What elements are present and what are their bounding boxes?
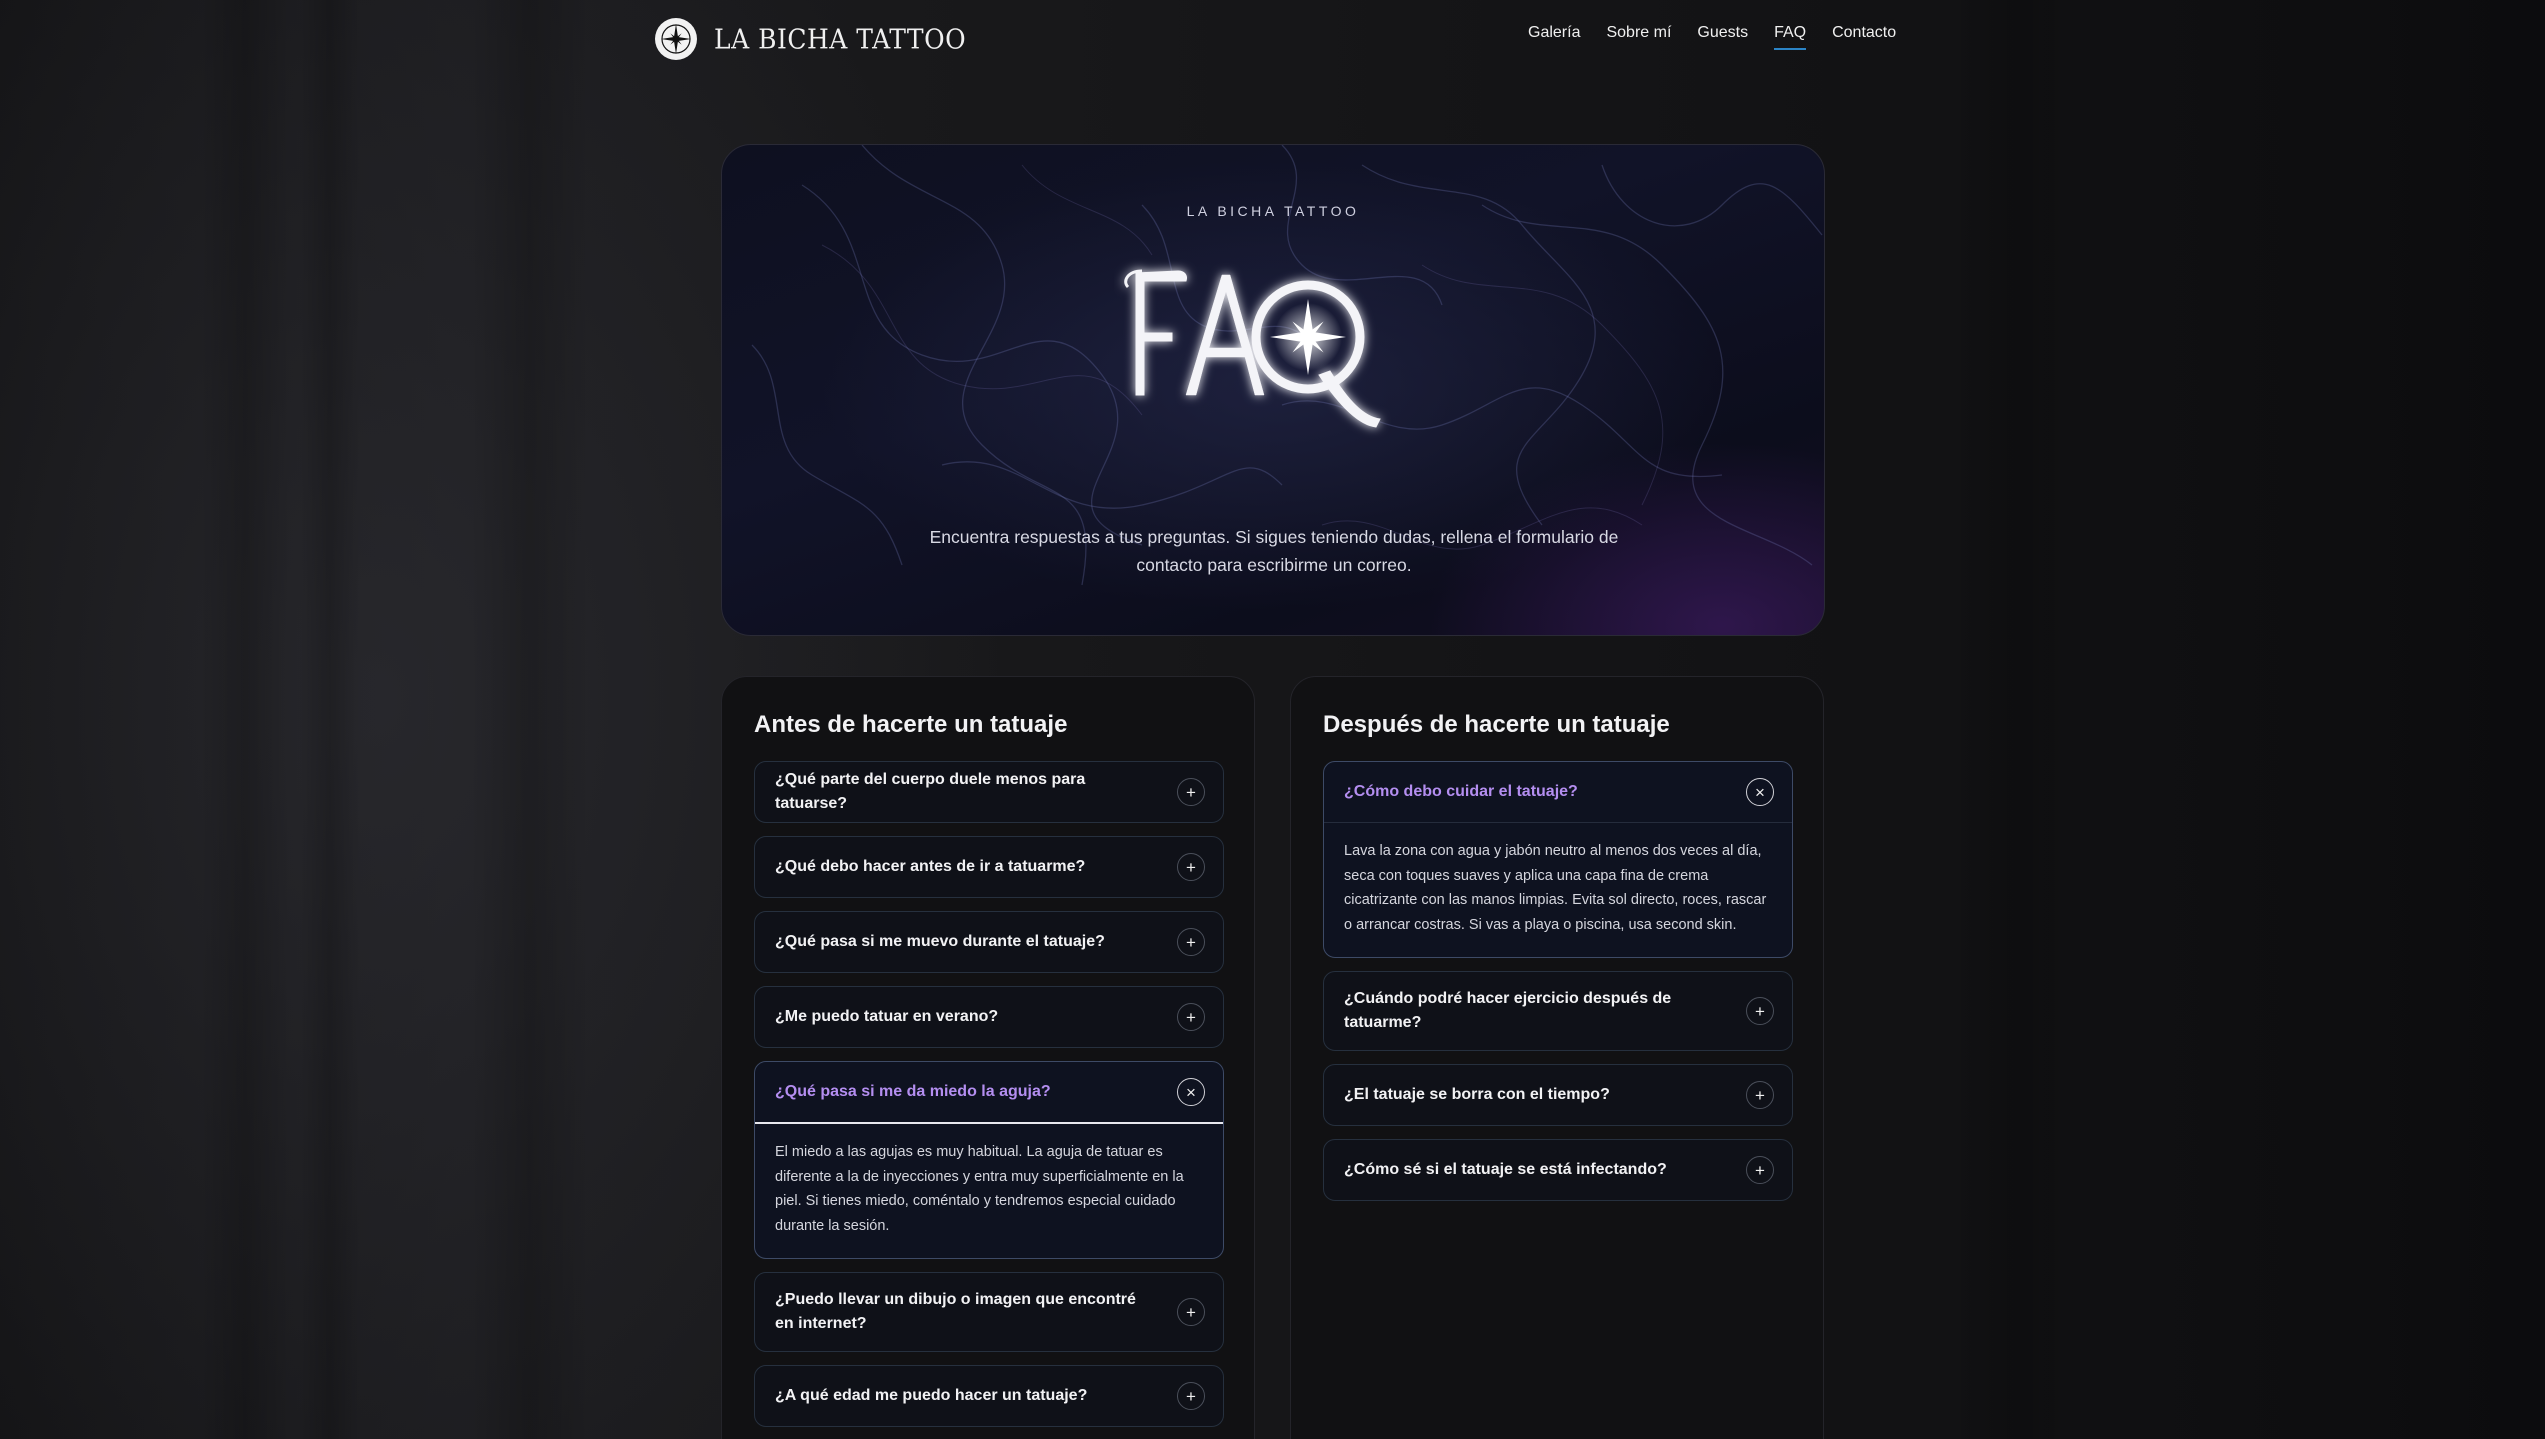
faq-question-button[interactable]: ¿Cómo debo cuidar el tatuaje? × [1324, 762, 1792, 822]
faq-item: ¿A qué edad me puedo hacer un tatuaje? + [754, 1365, 1224, 1427]
faq-column-before: Antes de hacerte un tatuaje ¿Qué parte d… [721, 676, 1255, 1439]
faq-answer: Lava la zona con agua y jabón neutro al … [1324, 822, 1792, 957]
faq-question-button[interactable]: ¿Qué parte del cuerpo duele menos para t… [755, 762, 1223, 822]
faq-item: ¿Qué parte del cuerpo duele menos para t… [754, 761, 1224, 823]
plus-icon[interactable]: + [1177, 928, 1205, 956]
faq-question-text: ¿El tatuaje se borra con el tiempo? [1344, 1086, 1610, 1103]
faq-list-before: ¿Qué parte del cuerpo duele menos para t… [754, 761, 1224, 1439]
faq-question-button[interactable]: ¿A qué edad me puedo hacer un tatuaje? + [755, 1366, 1223, 1426]
faq-question-button[interactable]: ¿Me puedo tatuar en verano? + [755, 987, 1223, 1047]
section-title-before: Antes de hacerte un tatuaje [754, 711, 1068, 738]
faq-question-text: ¿Qué pasa si me da miedo la aguja? [775, 1083, 1051, 1100]
brand-home-link[interactable]: LA BICHA TATTOO [655, 17, 966, 61]
faq-item: ¿El tatuaje se borra con el tiempo? + [1323, 1064, 1793, 1126]
faq-question-text: ¿Puedo llevar un dibujo o imagen que enc… [775, 1291, 1136, 1332]
nav-link-faq[interactable]: FAQ [1774, 24, 1807, 50]
faq-answer: El miedo a las agujas es muy habitual. L… [755, 1122, 1223, 1258]
faq-question-button[interactable]: ¿Qué pasa si me da miedo la aguja? × [755, 1062, 1223, 1122]
plus-icon[interactable]: + [1177, 853, 1205, 881]
plus-icon[interactable]: + [1746, 1081, 1774, 1109]
faq-item: ¿Qué debo hacer antes de ir a tatuarme? … [754, 836, 1224, 898]
close-icon[interactable]: × [1746, 778, 1774, 806]
faq-question-button[interactable]: ¿Qué debo hacer antes de ir a tatuarme? … [755, 837, 1223, 897]
faq-question-text: ¿Cuándo podré hacer ejercicio después de… [1344, 990, 1672, 1031]
faq-question-text: ¿A qué edad me puedo hacer un tatuaje? [775, 1387, 1088, 1404]
faq-item: ¿Cómo sé si el tatuaje se está infectand… [1323, 1139, 1793, 1201]
faq-question-text: ¿Cómo sé si el tatuaje se está infectand… [1344, 1161, 1667, 1178]
faq-question-text: ¿Qué pasa si me muevo durante el tatuaje… [775, 933, 1105, 950]
faq-star-glyph-icon [1124, 269, 1381, 428]
nav-link-sobre-mi[interactable]: Sobre mí [1606, 24, 1671, 50]
faq-item: ¿Puedo llevar un dibujo o imagen que enc… [754, 1272, 1224, 1352]
faq-question-button[interactable]: ¿Qué pasa si me muevo durante el tatuaje… [755, 912, 1223, 972]
nav-link-galeria[interactable]: Galería [1528, 24, 1580, 50]
plus-icon[interactable]: + [1746, 997, 1774, 1025]
plus-icon[interactable]: + [1177, 778, 1205, 806]
site-header: LA BICHA TATTOO Galería Sobre mí Guests … [0, 0, 2545, 80]
section-title-after: Después de hacerte un tatuaje [1323, 711, 1670, 738]
faq-title-logo [1114, 245, 1434, 445]
faq-item-open: ¿Cómo debo cuidar el tatuaje? × Lava la … [1323, 761, 1793, 958]
faq-item-open: ¿Qué pasa si me da miedo la aguja? × El … [754, 1061, 1224, 1259]
faq-question-button[interactable]: ¿Cuándo podré hacer ejercicio después de… [1324, 972, 1792, 1050]
close-icon[interactable]: × [1177, 1078, 1205, 1106]
compass-star-icon [655, 18, 697, 60]
faq-item: ¿Qué pasa si me muevo durante el tatuaje… [754, 911, 1224, 973]
nav-link-contacto[interactable]: Contacto [1832, 24, 1896, 50]
faq-question-button[interactable]: ¿Cómo sé si el tatuaje se está infectand… [1324, 1140, 1792, 1200]
faq-column-after: Después de hacerte un tatuaje ¿Cómo debo… [1290, 676, 1824, 1439]
plus-icon[interactable]: + [1177, 1298, 1205, 1326]
faq-item: ¿Me puedo tatuar en verano? + [754, 986, 1224, 1048]
faq-item: ¿Cuándo podré hacer ejercicio después de… [1323, 971, 1793, 1051]
plus-icon[interactable]: + [1746, 1156, 1774, 1184]
faq-question-button[interactable]: ¿Puedo llevar un dibujo o imagen que enc… [755, 1273, 1223, 1351]
plus-icon[interactable]: + [1177, 1003, 1205, 1031]
hero-banner: LA BICHA TATTOO Encuentra respuestas a t… [721, 144, 1825, 636]
plus-icon[interactable]: + [1177, 1382, 1205, 1410]
faq-list-after: ¿Cómo debo cuidar el tatuaje? × Lava la … [1323, 761, 1793, 1214]
hero-description: Encuentra respuestas a tus preguntas. Si… [929, 527, 1619, 575]
faq-question-button[interactable]: ¿El tatuaje se borra con el tiempo? + [1324, 1065, 1792, 1125]
hero-eyebrow: LA BICHA TATTOO [1186, 203, 1360, 219]
faq-question-text: ¿Qué parte del cuerpo duele menos para t… [775, 771, 1086, 812]
brand-name: LA BICHA TATTOO [714, 23, 967, 55]
main-nav: Galería Sobre mí Guests FAQ Contacto [1528, 24, 1922, 50]
nav-link-guests[interactable]: Guests [1697, 24, 1748, 50]
faq-question-text: ¿Cómo debo cuidar el tatuaje? [1344, 783, 1578, 800]
faq-question-text: ¿Me puedo tatuar en verano? [775, 1008, 999, 1025]
faq-question-text: ¿Qué debo hacer antes de ir a tatuarme? [775, 858, 1086, 875]
